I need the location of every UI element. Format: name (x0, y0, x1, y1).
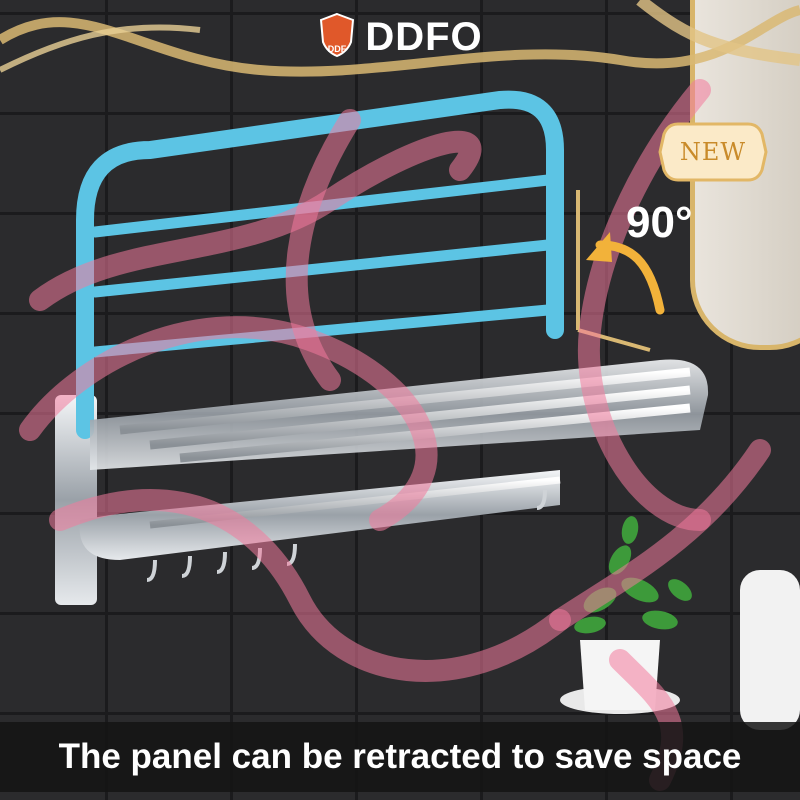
brand-header: DDF DDFO (0, 12, 800, 62)
brand-name: DDFO (365, 14, 483, 59)
caption-text: The panel can be retracted to save space (58, 737, 742, 776)
shield-logo-graphic: DDF (320, 12, 355, 58)
caption-bar: The panel can be retracted to save space (0, 722, 800, 792)
shield-logo-icon: DDF (317, 12, 357, 62)
brand-logo-text: DDF (328, 44, 347, 54)
product-image: DDF DDFO NEW 90° The panel can be retrac… (0, 0, 800, 800)
rotation-angle-label: 90° (626, 198, 693, 247)
new-badge: NEW (658, 120, 768, 184)
new-badge-label: NEW (679, 138, 747, 166)
